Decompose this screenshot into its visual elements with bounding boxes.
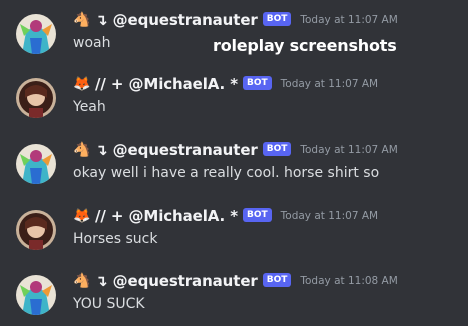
horse-emoji-icon: 🐴: [73, 273, 91, 289]
message-content: Yeah: [73, 99, 106, 115]
message-header: 🐴 ↴ @equestranauter BOT Today at 11:08 A…: [73, 271, 398, 291]
message-content: okay well i have a really cool. horse sh…: [73, 165, 380, 181]
timestamp[interactable]: Today at 11:07 AM: [300, 14, 397, 26]
bot-badge: BOT: [262, 142, 292, 156]
message-header: 🦊 // + @MichaelA. * BOT Today at 11:07 A…: [73, 206, 378, 226]
bot-badge: BOT: [243, 208, 272, 222]
michaela-avatar[interactable]: [16, 210, 56, 250]
timestamp[interactable]: Today at 11:08 AM: [300, 275, 397, 287]
username[interactable]: // + @MichaelA. *: [95, 75, 238, 93]
timestamp[interactable]: Today at 11:07 AM: [281, 210, 378, 222]
username[interactable]: ↴ @equestranauter: [95, 11, 258, 29]
equestranauter-avatar[interactable]: [16, 14, 56, 54]
bot-badge: BOT: [262, 12, 292, 26]
username[interactable]: // + @MichaelA. *: [95, 207, 238, 225]
michaela-avatar[interactable]: [16, 78, 56, 118]
message-content: Horses suck: [73, 231, 158, 247]
bot-badge: BOT: [262, 273, 292, 287]
fox-emoji-icon: 🦊: [73, 208, 91, 224]
timestamp[interactable]: Today at 11:07 AM: [281, 78, 378, 90]
overlay-caption: roleplay screenshots: [213, 36, 397, 55]
message-item: 🐴 ↴ @equestranauter BOT Today at 11:08 A…: [0, 261, 468, 325]
equestranauter-avatar[interactable]: [16, 275, 56, 315]
message-item: 🦊 // + @MichaelA. * BOT Today at 11:07 A…: [0, 196, 468, 260]
message-header: 🐴 ↴ @equestranauter BOT Today at 11:07 A…: [73, 140, 398, 160]
horse-emoji-icon: 🐴: [73, 142, 91, 158]
equestranauter-avatar[interactable]: [16, 144, 56, 184]
message-header: 🐴 ↴ @equestranauter BOT Today at 11:07 A…: [73, 10, 398, 30]
username[interactable]: ↴ @equestranauter: [95, 141, 258, 159]
timestamp[interactable]: Today at 11:07 AM: [300, 144, 397, 156]
message-item: 🐴 ↴ @equestranauter BOT Today at 11:07 A…: [0, 130, 468, 194]
horse-emoji-icon: 🐴: [73, 12, 91, 28]
bot-badge: BOT: [243, 76, 272, 90]
message-item: 🦊 // + @MichaelA. * BOT Today at 11:07 A…: [0, 64, 468, 128]
username[interactable]: ↴ @equestranauter: [95, 272, 258, 290]
message-content: woah: [73, 35, 111, 51]
message-header: 🦊 // + @MichaelA. * BOT Today at 11:07 A…: [73, 74, 378, 94]
fox-emoji-icon: 🦊: [73, 76, 91, 92]
message-content: YOU SUCK: [73, 296, 145, 312]
